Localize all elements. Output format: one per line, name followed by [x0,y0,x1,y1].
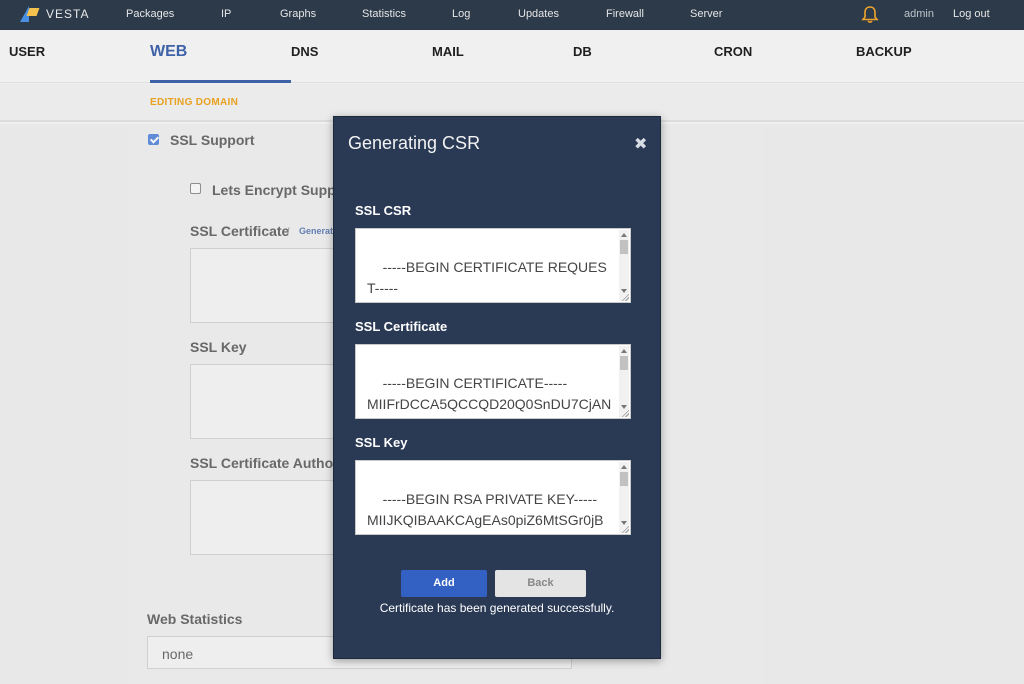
tab-mail[interactable]: MAIL [432,44,464,59]
ssl-csr-label: SSL CSR [355,203,412,218]
resize-grip-icon[interactable] [621,409,629,417]
tab-cron[interactable]: CRON [714,44,752,59]
nav-updates[interactable]: Updates [518,8,559,20]
tab-user[interactable]: USER [9,44,45,59]
close-icon[interactable]: ✖ [634,134,647,154]
nav-packages[interactable]: Packages [126,8,174,20]
ssl-key-dialog-label: SSL Key [355,435,408,450]
dialog-title: Generating CSR [348,133,481,153]
ssl-certificate-text: -----BEGIN CERTIFICATE----- MIIFrDCCA5QC… [367,375,612,418]
generate-csr-dialog: Generating CSR ✖ SSL CSR -----BEGIN CERT… [333,116,661,659]
ssl-certificate-dialog-label: SSL Certificate [355,319,448,334]
tab-web[interactable]: WEB [150,43,187,61]
nav-statistics[interactable]: Statistics [362,8,406,20]
section-tabs: USER WEB DNS MAIL DB CRON BACKUP [0,30,1024,83]
bell-icon[interactable] [860,5,880,25]
ssl-csr-text: -----BEGIN CERTIFICATE REQUEST----- MIIE… [367,259,607,302]
resize-grip-icon[interactable] [621,293,629,301]
tab-db[interactable]: DB [573,44,592,59]
page-subtitle: EDITING DOMAIN [150,97,239,108]
scrollbar[interactable] [619,462,629,533]
scrollbar[interactable] [619,346,629,417]
nav-server[interactable]: Server [690,8,722,20]
ssl-csr-textarea[interactable]: -----BEGIN CERTIFICATE REQUEST----- MIIE… [355,228,631,303]
ssl-key-dialog-textarea[interactable]: -----BEGIN RSA PRIVATE KEY----- MIIJKQIB… [355,460,631,535]
nav-log[interactable]: Log [452,8,470,20]
scrollbar[interactable] [619,230,629,301]
nav-graphs[interactable]: Graphs [280,8,316,20]
logout-link[interactable]: Log out [953,8,990,20]
nav-firewall[interactable]: Firewall [606,8,644,20]
tab-backup[interactable]: BACKUP [856,44,912,59]
ssl-key-text: -----BEGIN RSA PRIVATE KEY----- MIIJKQIB… [367,491,604,534]
vesta-logo-icon [20,6,40,22]
status-message: Certificate has been generated successfu… [379,601,615,615]
tab-dns[interactable]: DNS [291,44,318,59]
resize-grip-icon[interactable] [621,525,629,533]
ssl-certificate-dialog-textarea[interactable]: -----BEGIN CERTIFICATE----- MIIFrDCCA5QC… [355,344,631,419]
back-button[interactable]: Back [495,570,586,597]
vesta-logo[interactable]: VESTA [20,6,89,22]
user-name[interactable]: admin [904,8,934,20]
active-tab-indicator [150,80,291,83]
logo-text: VESTA [46,7,90,21]
add-button[interactable]: Add [401,570,487,597]
nav-ip[interactable]: IP [221,8,231,20]
top-nav: VESTA Packages IP Graphs Statistics Log … [0,0,1024,30]
